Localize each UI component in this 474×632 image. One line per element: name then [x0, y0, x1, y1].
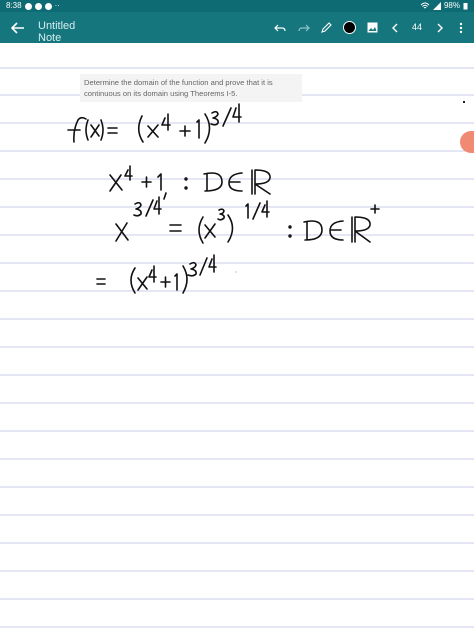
handwriting-ink	[67, 103, 380, 294]
stray-ink-mark	[463, 101, 465, 103]
